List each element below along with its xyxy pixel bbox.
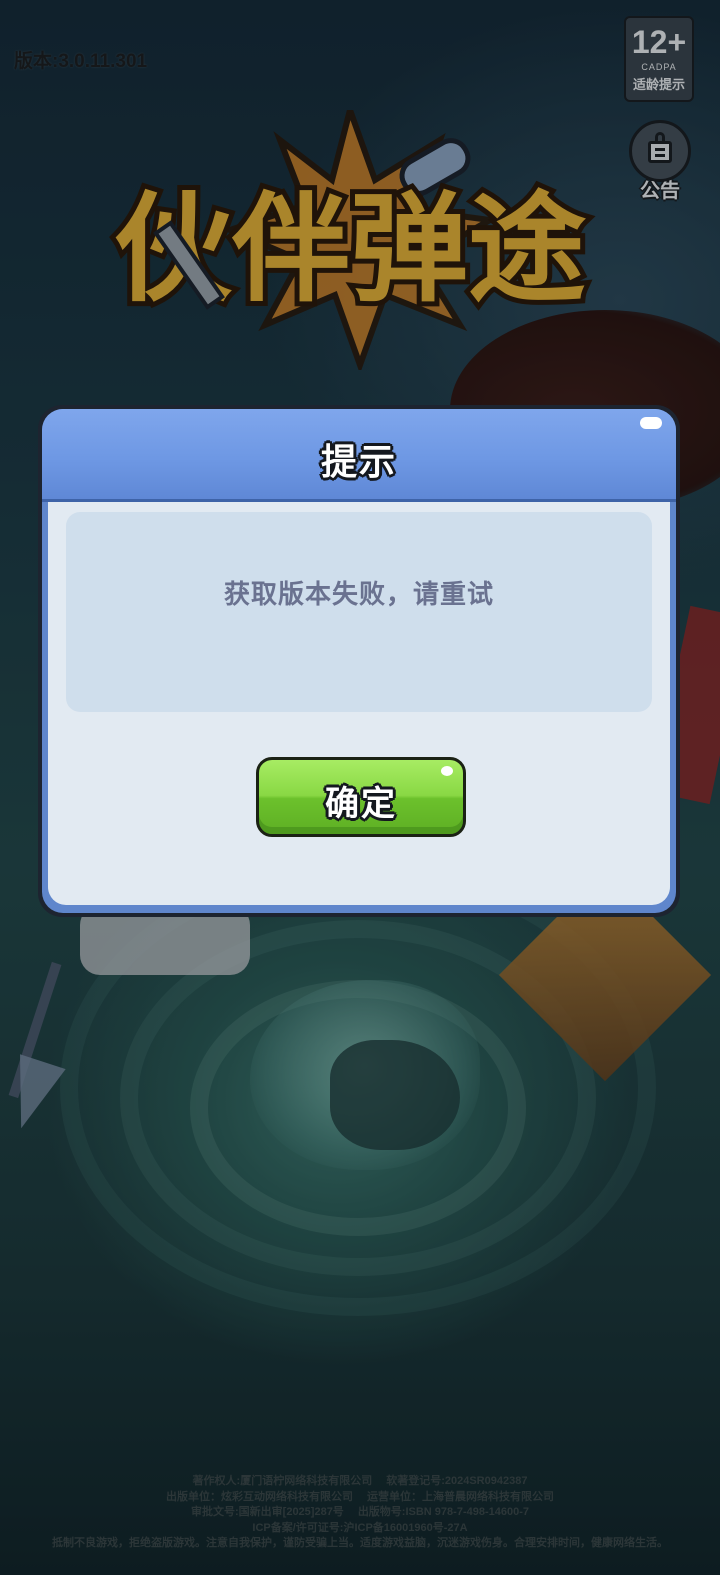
footer-publisher: 出版单位：炫彩互动网络科技有限公司 <box>166 1490 353 1503</box>
message-panel: 获取版本失败，请重试 <box>66 512 652 712</box>
dialog-title: 提示 <box>320 441 397 482</box>
game-launch-screen: 伙伴弹途 版本:3.0.11.301 12+ CADPA 适龄提示 公告 提示 … <box>0 0 720 1575</box>
confirm-button-label: 确定 <box>325 785 397 823</box>
footer-approval: 审批文号:国新出审[2025]287号 <box>191 1506 344 1518</box>
button-gloss-highlight <box>441 766 453 776</box>
footer-copyright-holder: 著作权人:厦门语柠网络科技有限公司 <box>192 1475 373 1487</box>
footer-operator: 运营单位：上海普晨网络科技有限公司 <box>367 1490 554 1503</box>
footer-icp: ICP备案/许可证号:沪ICP备16001960号-27A <box>252 1521 468 1534</box>
alert-dialog: 提示 获取版本失败，请重试 确定 <box>38 405 680 917</box>
legal-footer: 著作权人:厦门语柠网络科技有限公司 软著登记号:2024SR0942387 出版单… <box>0 1474 720 1552</box>
dialog-header: 提示 <box>42 409 676 502</box>
footer-software-reg: 软著登记号:2024SR0942387 <box>386 1475 528 1487</box>
confirm-button[interactable]: 确定 <box>256 757 466 837</box>
dialog-body: 获取版本失败，请重试 确定 <box>48 502 670 905</box>
footer-health-notice: 抵制不良游戏，拒绝盗版游戏。注意自我保护，谨防受骗上当。适度游戏益脑，沉迷游戏伤… <box>52 1537 668 1549</box>
footer-isbn: 出版物号:ISBN 978-7-498-14600-7 <box>357 1506 529 1518</box>
header-gloss-highlight <box>640 417 662 429</box>
dialog-message: 获取版本失败，请重试 <box>223 579 494 609</box>
